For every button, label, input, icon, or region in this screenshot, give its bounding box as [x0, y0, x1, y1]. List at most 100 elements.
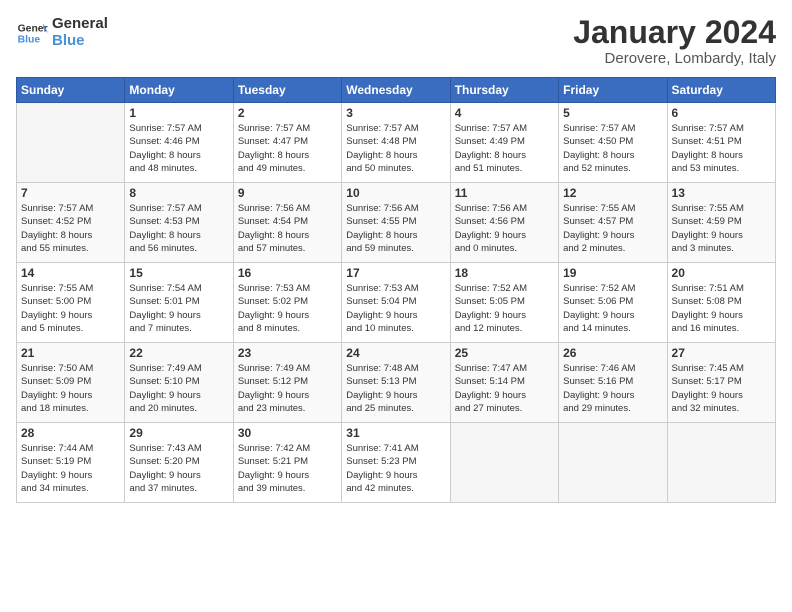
day-number: 29: [129, 426, 228, 440]
weekday-header-tuesday: Tuesday: [233, 78, 341, 103]
day-number: 31: [346, 426, 445, 440]
day-cell: 19 Sunrise: 7:52 AMSunset: 5:06 PMDayligh…: [559, 263, 667, 343]
weekday-header-monday: Monday: [125, 78, 233, 103]
day-cell: 30 Sunrise: 7:42 AMSunset: 5:21 PMDayligh…: [233, 423, 341, 503]
day-cell: 1Sunrise: 7:57 AMSunset: 4:46 PMDaylight…: [125, 103, 233, 183]
day-number: 30: [238, 426, 337, 440]
day-info: Sunrise: 7:55 AMSunset: 5:00 PMDaylight:…: [21, 282, 120, 335]
day-info: Sunrise: 7:51 AMSunset: 5:08 PMDaylight:…: [672, 282, 771, 335]
day-cell: [17, 103, 125, 183]
header: General Blue General Blue January 2024 D…: [16, 16, 776, 67]
day-info: Sunrise: 7:56 AMSunset: 4:56 PMDaylight:…: [455, 202, 554, 255]
day-number: 14: [21, 266, 120, 280]
day-cell: 20 Sunrise: 7:51 AMSunset: 5:08 PMDayligh…: [667, 263, 775, 343]
day-cell: 4 Sunrise: 7:57 AMSunset: 4:49 PMDaylight…: [450, 103, 558, 183]
day-number: 9: [238, 186, 337, 200]
day-info: Sunrise: 7:57 AMSunset: 4:50 PMDaylight:…: [563, 122, 662, 175]
day-number: 20: [672, 266, 771, 280]
day-number: 16: [238, 266, 337, 280]
week-row-3: 14 Sunrise: 7:55 AMSunset: 5:00 PMDayligh…: [17, 263, 776, 343]
day-number: 28: [21, 426, 120, 440]
weekday-header-saturday: Saturday: [667, 78, 775, 103]
day-info: Sunrise: 7:45 AMSunset: 5:17 PMDaylight:…: [672, 362, 771, 415]
weekday-header-friday: Friday: [559, 78, 667, 103]
day-info: Sunrise: 7:48 AMSunset: 5:13 PMDaylight:…: [346, 362, 445, 415]
day-cell: [667, 423, 775, 503]
logo: General Blue General Blue: [16, 16, 108, 49]
weekday-header-sunday: Sunday: [17, 78, 125, 103]
day-cell: 27 Sunrise: 7:45 AMSunset: 5:17 PMDayligh…: [667, 343, 775, 423]
day-number: 17: [346, 266, 445, 280]
day-info: Sunrise: 7:57 AMSunset: 4:51 PMDaylight:…: [672, 122, 771, 175]
day-cell: 14 Sunrise: 7:55 AMSunset: 5:00 PMDayligh…: [17, 263, 125, 343]
day-cell: 26Sunrise: 7:46 AMSunset: 5:16 PMDayligh…: [559, 343, 667, 423]
day-cell: [559, 423, 667, 503]
day-number: 4: [455, 106, 554, 120]
day-info: Sunrise: 7:57 AMSunset: 4:52 PMDaylight:…: [21, 202, 120, 255]
day-cell: 2Sunrise: 7:57 AMSunset: 4:47 PMDaylight…: [233, 103, 341, 183]
day-number: 26: [563, 346, 662, 360]
day-info: Sunrise: 7:53 AMSunset: 5:04 PMDaylight:…: [346, 282, 445, 335]
day-cell: 28 Sunrise: 7:44 AMSunset: 5:19 PMDayligh…: [17, 423, 125, 503]
day-info: Sunrise: 7:49 AMSunset: 5:10 PMDaylight:…: [129, 362, 228, 415]
day-cell: 13 Sunrise: 7:55 AMSunset: 4:59 PMDayligh…: [667, 183, 775, 263]
day-cell: 6Sunrise: 7:57 AMSunset: 4:51 PMDaylight…: [667, 103, 775, 183]
day-info: Sunrise: 7:47 AMSunset: 5:14 PMDaylight:…: [455, 362, 554, 415]
day-number: 27: [672, 346, 771, 360]
day-cell: 22 Sunrise: 7:49 AMSunset: 5:10 PMDayligh…: [125, 343, 233, 423]
day-number: 11: [455, 186, 554, 200]
day-number: 8: [129, 186, 228, 200]
weekday-header-row: SundayMondayTuesdayWednesdayThursdayFrid…: [17, 78, 776, 103]
day-info: Sunrise: 7:41 AMSunset: 5:23 PMDaylight:…: [346, 442, 445, 495]
day-info: Sunrise: 7:57 AMSunset: 4:49 PMDaylight:…: [455, 122, 554, 175]
day-number: 18: [455, 266, 554, 280]
day-number: 21: [21, 346, 120, 360]
day-cell: 23Sunrise: 7:49 AMSunset: 5:12 PMDayligh…: [233, 343, 341, 423]
calendar-table: SundayMondayTuesdayWednesdayThursdayFrid…: [16, 77, 776, 503]
day-number: 25: [455, 346, 554, 360]
day-number: 5: [563, 106, 662, 120]
logo-icon: General Blue: [16, 17, 48, 49]
day-info: Sunrise: 7:43 AMSunset: 5:20 PMDaylight:…: [129, 442, 228, 495]
day-number: 10: [346, 186, 445, 200]
day-info: Sunrise: 7:52 AMSunset: 5:06 PMDaylight:…: [563, 282, 662, 335]
day-cell: 12Sunrise: 7:55 AMSunset: 4:57 PMDayligh…: [559, 183, 667, 263]
day-cell: 7Sunrise: 7:57 AMSunset: 4:52 PMDaylight…: [17, 183, 125, 263]
day-number: 2: [238, 106, 337, 120]
title-area: January 2024 Derovere, Lombardy, Italy: [573, 16, 776, 67]
day-info: Sunrise: 7:44 AMSunset: 5:19 PMDaylight:…: [21, 442, 120, 495]
calendar-title: January 2024: [573, 16, 776, 48]
day-number: 3: [346, 106, 445, 120]
day-info: Sunrise: 7:53 AMSunset: 5:02 PMDaylight:…: [238, 282, 337, 335]
day-cell: 15Sunrise: 7:54 AMSunset: 5:01 PMDayligh…: [125, 263, 233, 343]
day-cell: 17 Sunrise: 7:53 AMSunset: 5:04 PMDayligh…: [342, 263, 450, 343]
day-number: 22: [129, 346, 228, 360]
day-cell: 11 Sunrise: 7:56 AMSunset: 4:56 PMDayligh…: [450, 183, 558, 263]
day-cell: 29 Sunrise: 7:43 AMSunset: 5:20 PMDayligh…: [125, 423, 233, 503]
day-number: 24: [346, 346, 445, 360]
day-info: Sunrise: 7:57 AMSunset: 4:48 PMDaylight:…: [346, 122, 445, 175]
day-info: Sunrise: 7:56 AMSunset: 4:54 PMDaylight:…: [238, 202, 337, 255]
day-cell: [450, 423, 558, 503]
svg-text:Blue: Blue: [18, 34, 41, 45]
day-number: 19: [563, 266, 662, 280]
day-cell: 18Sunrise: 7:52 AMSunset: 5:05 PMDayligh…: [450, 263, 558, 343]
day-number: 13: [672, 186, 771, 200]
day-info: Sunrise: 7:42 AMSunset: 5:21 PMDaylight:…: [238, 442, 337, 495]
day-number: 1: [129, 106, 228, 120]
day-cell: 24 Sunrise: 7:48 AMSunset: 5:13 PMDayligh…: [342, 343, 450, 423]
week-row-1: 1Sunrise: 7:57 AMSunset: 4:46 PMDaylight…: [17, 103, 776, 183]
day-number: 12: [563, 186, 662, 200]
day-cell: 16 Sunrise: 7:53 AMSunset: 5:02 PMDayligh…: [233, 263, 341, 343]
calendar-page: General Blue General Blue January 2024 D…: [0, 0, 792, 612]
day-info: Sunrise: 7:55 AMSunset: 4:59 PMDaylight:…: [672, 202, 771, 255]
weekday-header-wednesday: Wednesday: [342, 78, 450, 103]
day-cell: 8 Sunrise: 7:57 AMSunset: 4:53 PMDaylight…: [125, 183, 233, 263]
day-cell: 3 Sunrise: 7:57 AMSunset: 4:48 PMDaylight…: [342, 103, 450, 183]
day-info: Sunrise: 7:57 AMSunset: 4:53 PMDaylight:…: [129, 202, 228, 255]
day-number: 15: [129, 266, 228, 280]
day-info: Sunrise: 7:56 AMSunset: 4:55 PMDaylight:…: [346, 202, 445, 255]
week-row-4: 21Sunrise: 7:50 AMSunset: 5:09 PMDayligh…: [17, 343, 776, 423]
logo-line2: Blue: [52, 33, 108, 50]
day-cell: 31 Sunrise: 7:41 AMSunset: 5:23 PMDayligh…: [342, 423, 450, 503]
